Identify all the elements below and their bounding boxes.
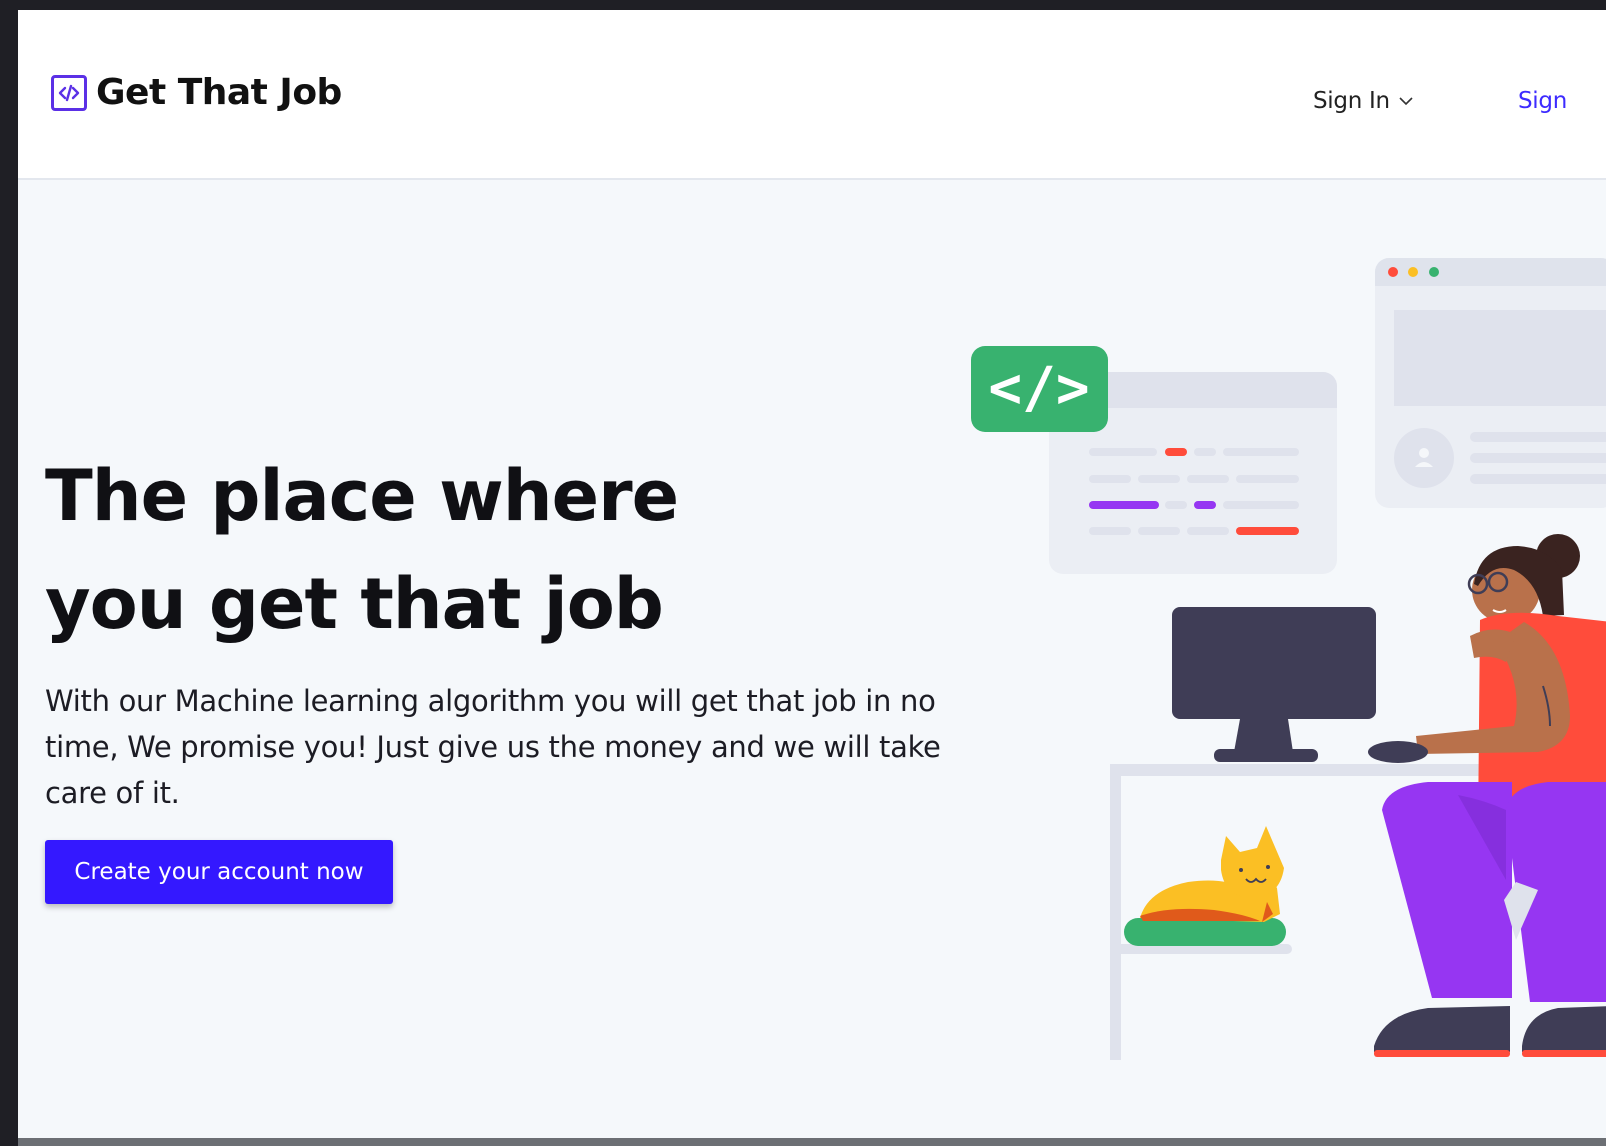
person-illustration [1368,534,1606,1057]
hero-illustration: </> [971,258,1606,1060]
code-badge-text: </> [988,356,1089,421]
landing-page: Get That Job Sign In Sign The place wher… [18,10,1606,1146]
bottom-divider [18,1138,1606,1146]
code-badge-illustration: </> [971,346,1108,432]
monitor-illustration [1172,607,1376,762]
browser-window-illustration [1375,258,1606,508]
cat-illustration [1124,826,1286,946]
